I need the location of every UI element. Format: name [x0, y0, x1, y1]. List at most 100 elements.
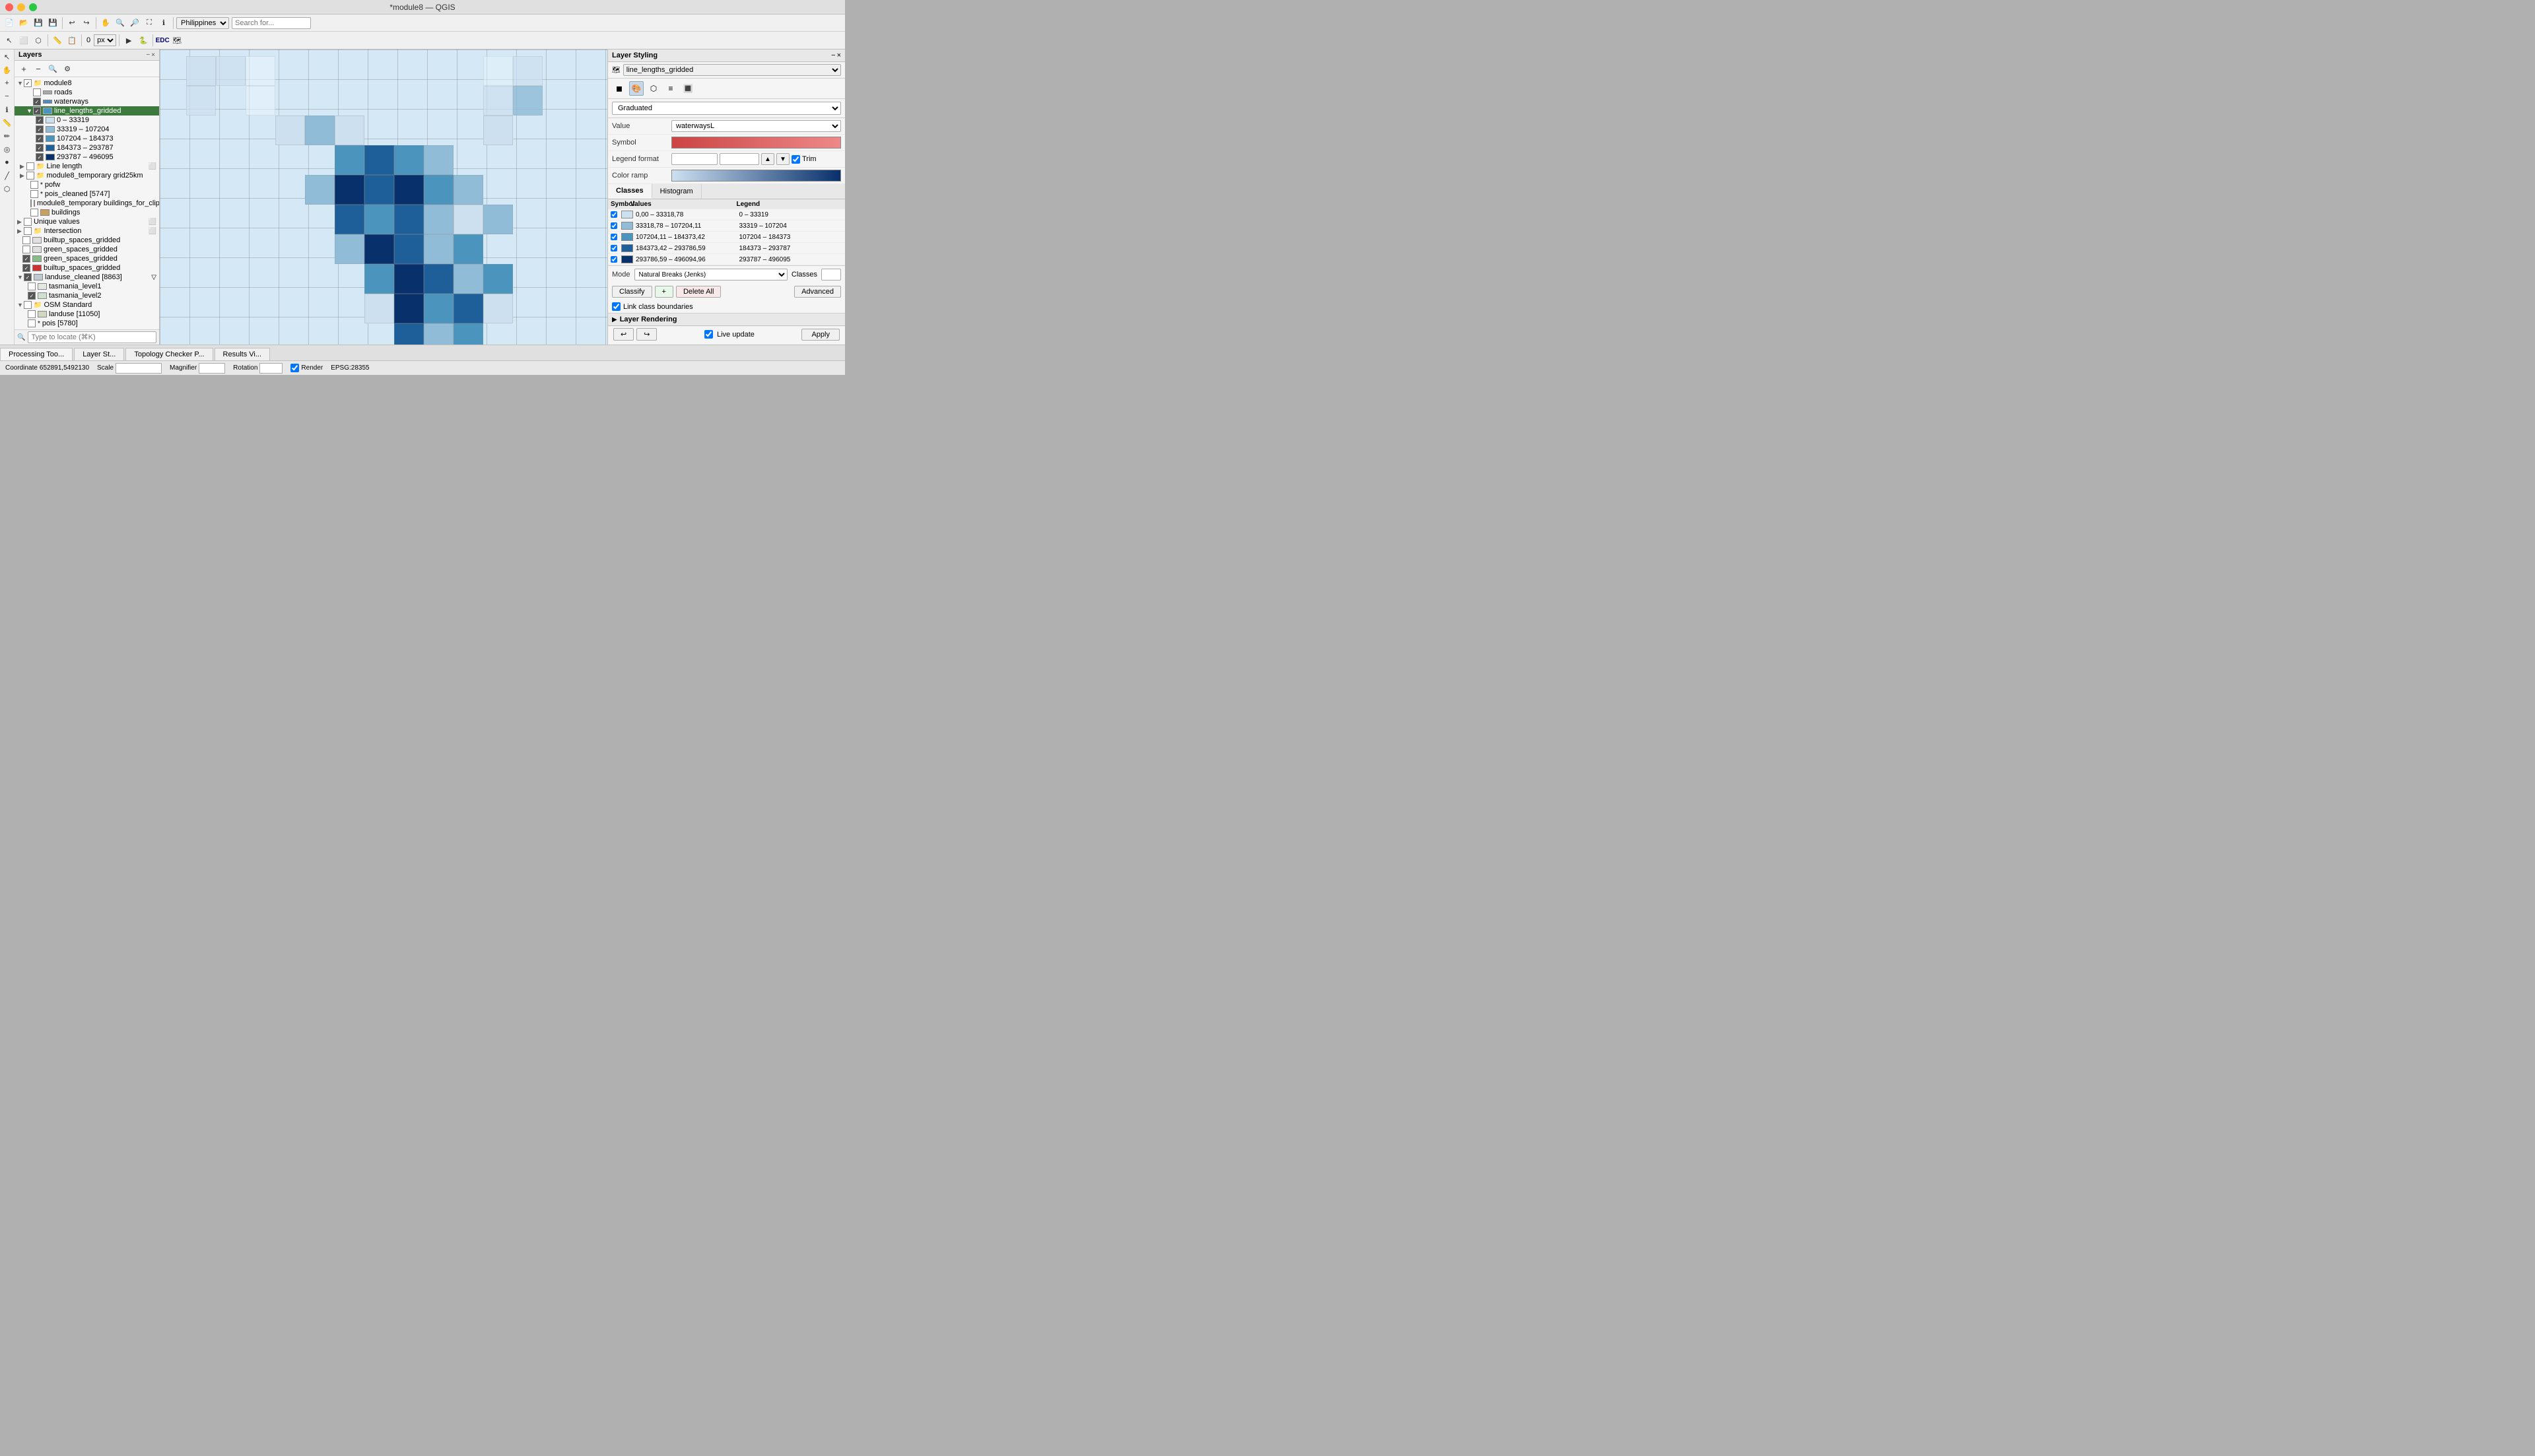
- zoom-out-tool[interactable]: −: [1, 90, 13, 102]
- apply-button[interactable]: Apply: [801, 329, 840, 341]
- sidebar-item-class2[interactable]: ✓ 33319 – 107204: [15, 125, 159, 134]
- checkbox-class2[interactable]: ✓: [36, 125, 44, 133]
- sidebar-item-class5[interactable]: ✓ 293787 – 496095: [15, 152, 159, 162]
- zoom-full-btn[interactable]: ⛶: [143, 17, 156, 30]
- tab-results[interactable]: Results Vi...: [215, 348, 271, 360]
- trim-checkbox[interactable]: [792, 155, 800, 164]
- pointer-tool[interactable]: ↖: [1, 51, 13, 63]
- styling-minimize[interactable]: −: [831, 51, 835, 59]
- run-plugin-btn[interactable]: ▶: [122, 34, 135, 47]
- epsg-status[interactable]: EPSG:28355: [331, 364, 369, 372]
- sidebar-item-landuse[interactable]: landuse [11050]: [15, 310, 159, 319]
- class1-check[interactable]: [611, 211, 621, 218]
- layers-panel-minimize[interactable]: −: [146, 51, 150, 59]
- location-select[interactable]: Philippines: [176, 17, 229, 29]
- sidebar-item-green-off[interactable]: green_spaces_gridded: [15, 245, 159, 254]
- precision-up-btn[interactable]: ▲: [761, 153, 774, 165]
- checkbox-landuse[interactable]: ✓: [24, 273, 32, 281]
- sidebar-item-unique-values[interactable]: ▶ Unique values ⬜: [15, 217, 159, 226]
- sidebar-item-intersection[interactable]: ▶ 📁 Intersection ⬜: [15, 226, 159, 236]
- select-poly-btn[interactable]: ⬡: [32, 34, 45, 47]
- layer-rendering-header[interactable]: ▶ Layer Rendering: [608, 313, 845, 325]
- symbol-color-bar[interactable]: [671, 137, 841, 149]
- style-categorized-btn[interactable]: ⬡: [646, 81, 661, 96]
- delete-all-button[interactable]: Delete All: [676, 286, 721, 298]
- styling-panel-controls[interactable]: − ×: [831, 51, 841, 59]
- edc-btn[interactable]: EDC: [156, 34, 169, 47]
- checkbox-tas1[interactable]: [28, 282, 36, 290]
- classes-count-input[interactable]: 5: [821, 269, 841, 281]
- tab-classes[interactable]: Classes: [608, 184, 652, 199]
- sidebar-item-waterways[interactable]: ✓ waterways: [15, 97, 159, 106]
- layers-panel-controls[interactable]: − ×: [146, 51, 155, 59]
- window-controls[interactable]: [5, 3, 37, 11]
- sidebar-item-class4[interactable]: ✓ 184373 – 293787: [15, 143, 159, 152]
- advanced-button[interactable]: Advanced: [794, 286, 841, 298]
- sidebar-item-builtup-on[interactable]: ✓ builtup_spaces_gridded: [15, 263, 159, 273]
- rotation-unit-select[interactable]: px: [94, 34, 116, 46]
- checkbox-int[interactable]: [24, 227, 32, 235]
- checkbox-class3[interactable]: ✓: [36, 135, 44, 143]
- extra-btn[interactable]: 🗺: [170, 34, 184, 47]
- checkbox-green-off[interactable]: [22, 246, 30, 253]
- search-input[interactable]: [232, 17, 311, 29]
- undo-style-btn[interactable]: ↩: [613, 328, 634, 341]
- save-btn[interactable]: 💾: [32, 17, 45, 30]
- filter-layer-btn[interactable]: 🔍: [46, 62, 59, 75]
- checkbox-llg[interactable]: ✓: [33, 107, 41, 115]
- checkbox-builtup-on[interactable]: ✓: [22, 264, 30, 272]
- close-button[interactable]: [5, 3, 13, 11]
- legend-format-input[interactable]: %1 - %2: [671, 153, 718, 165]
- checkbox-pois[interactable]: [30, 190, 38, 198]
- sidebar-item-grid25km[interactable]: ▶ 📁 module8_temporary grid25km: [15, 171, 159, 180]
- rotation-input[interactable]: 0,0°: [259, 363, 283, 374]
- python-btn[interactable]: 🐍: [137, 34, 150, 47]
- checkbox-class5[interactable]: ✓: [36, 153, 44, 161]
- measure-tool[interactable]: 📏: [1, 117, 13, 129]
- select-rect-btn[interactable]: ⬜: [17, 34, 30, 47]
- class4-swatch[interactable]: [621, 244, 633, 252]
- minimize-button[interactable]: [17, 3, 25, 11]
- sidebar-item-roads[interactable]: roads: [15, 88, 159, 97]
- maximize-button[interactable]: [29, 3, 37, 11]
- measure-btn[interactable]: 📏: [51, 34, 64, 47]
- sidebar-item-class3[interactable]: ✓ 107204 – 184373: [15, 134, 159, 143]
- renderer-select[interactable]: Graduated: [612, 102, 841, 115]
- sidebar-item-tasmania1[interactable]: tasmania_level1: [15, 282, 159, 291]
- style-single-btn[interactable]: ◼: [612, 81, 626, 96]
- checkbox-tas2[interactable]: ✓: [28, 292, 36, 300]
- style-rule-btn[interactable]: ≡: [663, 81, 678, 96]
- sidebar-item-line-lengths-gridded[interactable]: ▼ ✓ line_lengths_gridded: [15, 106, 159, 116]
- open-project-btn[interactable]: 📂: [17, 17, 30, 30]
- checkbox-waterways[interactable]: ✓: [33, 98, 41, 106]
- checkbox-grid[interactable]: [26, 172, 34, 180]
- checkbox-class4[interactable]: ✓: [36, 144, 44, 152]
- style-graduated-btn[interactable]: 🎨: [629, 81, 644, 96]
- class3-check[interactable]: [611, 234, 621, 240]
- link-boundaries-label[interactable]: Link class boundaries: [612, 302, 841, 311]
- mode-select[interactable]: Natural Breaks (Jenks): [634, 269, 788, 281]
- add-poly-tool[interactable]: ⬡: [1, 183, 13, 195]
- add-layer-btn[interactable]: +: [17, 62, 30, 75]
- add-class-button[interactable]: +: [655, 286, 673, 298]
- identify-btn[interactable]: ℹ: [157, 17, 170, 30]
- checkbox-osm[interactable]: [24, 301, 32, 309]
- sidebar-item-line-length[interactable]: ▶ 📁 Line length ⬜: [15, 162, 159, 171]
- sidebar-item-pofw[interactable]: * pofw: [15, 180, 159, 189]
- checkbox-module8[interactable]: ✓: [24, 79, 32, 87]
- zoom-out-btn[interactable]: 🔎: [128, 17, 141, 30]
- checkbox-ll[interactable]: [26, 162, 34, 170]
- sidebar-item-buildings[interactable]: buildings: [15, 208, 159, 217]
- layers-panel-close[interactable]: ×: [151, 51, 155, 59]
- class4-check[interactable]: [611, 245, 621, 251]
- layer-name-select[interactable]: line_lengths_gridded: [623, 64, 841, 76]
- checkbox-landuse2[interactable]: [28, 310, 36, 318]
- node-tool[interactable]: ◎: [1, 143, 13, 155]
- style-2.5d-btn[interactable]: 🔳: [681, 81, 695, 96]
- styling-close[interactable]: ×: [837, 51, 841, 59]
- tab-layer-st[interactable]: Layer St...: [74, 348, 124, 360]
- checkbox-buildings[interactable]: [30, 209, 38, 216]
- checkbox-bldg-clip[interactable]: [30, 199, 32, 207]
- scale-input[interactable]: 1:2910705: [116, 363, 162, 374]
- sidebar-item-module8[interactable]: ▼ ✓ 📁 module8: [15, 79, 159, 88]
